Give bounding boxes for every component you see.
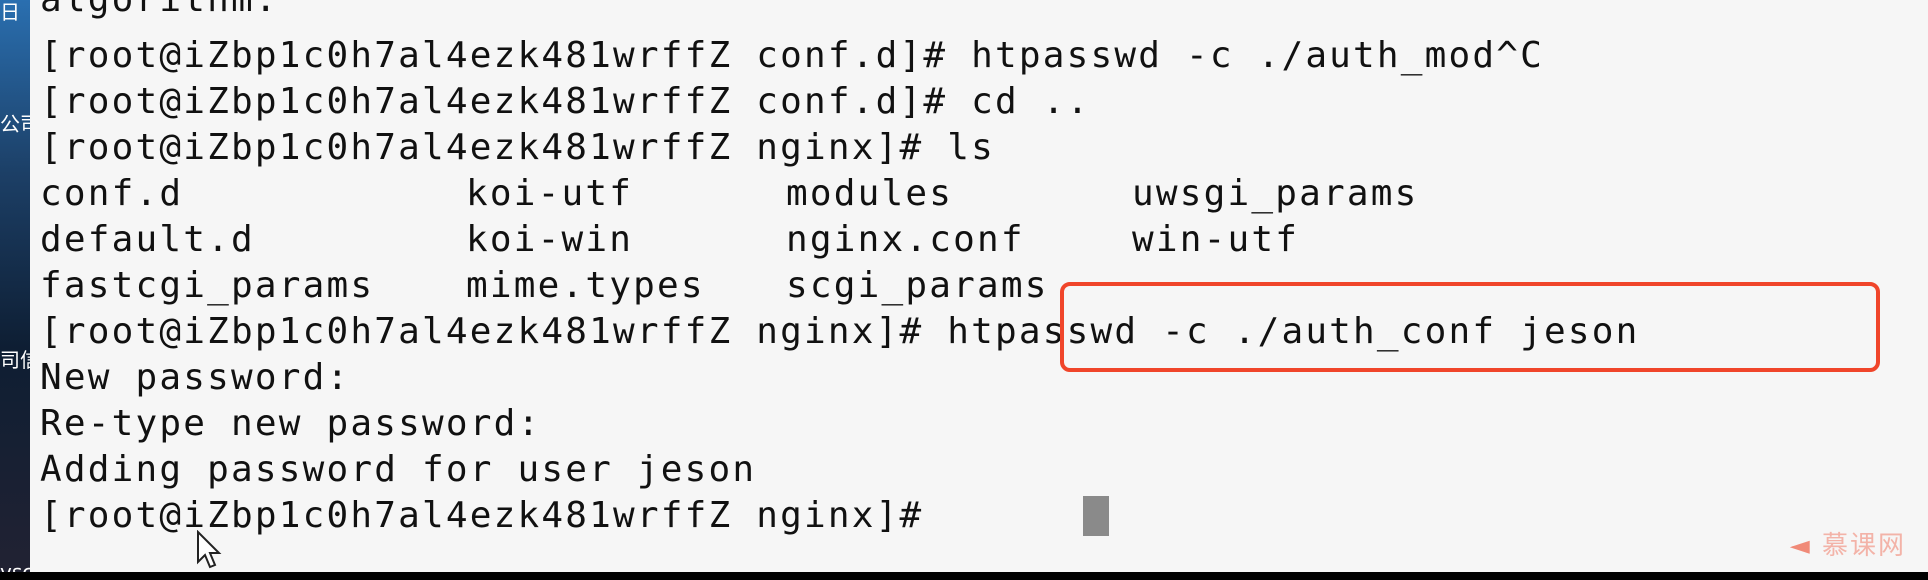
terminal-line: New password: <box>40 357 351 398</box>
ls-entry-directory: default.d <box>40 219 255 260</box>
watermark-text: 慕课网 <box>1821 531 1906 561</box>
background-text: 日 <box>0 0 20 24</box>
background-desktop-strip: 日 公司 司信 ysc <box>0 0 30 580</box>
terminal-line: [root@iZbp1c0h7al4ezk481wrffZ conf.d]# h… <box>40 35 1545 76</box>
ls-entry-file: fastcgi_params <box>40 265 375 306</box>
terminal-line: [root@iZbp1c0h7al4ezk481wrffZ nginx]# ls <box>40 127 995 168</box>
mouse-pointer-icon <box>197 530 222 569</box>
terminal-prompt[interactable]: [root@iZbp1c0h7al4ezk481wrffZ nginx]# <box>40 496 947 540</box>
ls-entry-file: koi-win <box>466 219 634 260</box>
ls-entry-symlink: modules <box>786 173 954 214</box>
ls-entry-file: scgi_params <box>786 265 1049 306</box>
terminal-line: [root@iZbp1c0h7al4ezk481wrffZ conf.d]# c… <box>40 81 1091 122</box>
background-text: 公司 <box>0 112 30 136</box>
terminal-window[interactable]: algorithm. [root@iZbp1c0h7al4ezk481wrffZ… <box>30 0 1928 572</box>
ls-entry-directory: conf.d <box>40 173 184 214</box>
ls-entry-file: mime.types <box>466 265 705 306</box>
terminal-line: algorithm. <box>40 0 279 24</box>
annotation-highlight-box <box>1060 282 1880 372</box>
background-text: 司信 <box>0 348 30 372</box>
ls-entry-file: koi-utf <box>466 173 634 214</box>
ls-entry-file: nginx.conf <box>786 219 1025 260</box>
bottom-border <box>0 572 1928 580</box>
terminal-line: Re-type new password: <box>40 403 542 444</box>
imooc-flame-icon: ◄ 慕课网 <box>1789 531 1906 561</box>
ls-entry-file: uwsgi_params <box>1132 173 1419 214</box>
terminal-line: Adding password for user jeson <box>40 449 757 490</box>
ls-entry-file: win-utf <box>1132 219 1300 260</box>
text-cursor <box>1083 496 1109 536</box>
